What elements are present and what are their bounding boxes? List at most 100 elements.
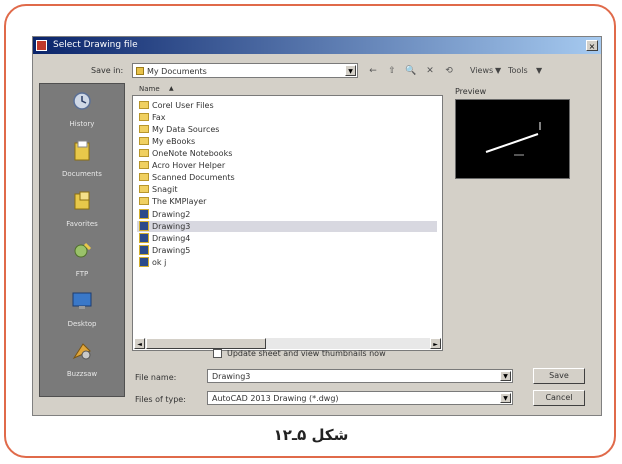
preview-label: Preview <box>455 87 487 96</box>
list-item[interactable]: Drawing5 <box>137 245 437 256</box>
place-ftp[interactable]: FTP <box>40 240 124 278</box>
history-icon <box>73 92 91 110</box>
dialog-titlebar: Select Drawing file × <box>33 37 601 54</box>
name-column-header[interactable]: Name <box>139 85 160 93</box>
list-item[interactable]: ok j <box>137 257 437 268</box>
file-type-value: AutoCAD 2013 Drawing (*.dwg) <box>212 394 339 403</box>
list-item[interactable]: My eBooks <box>137 136 437 147</box>
place-documents[interactable]: Documents <box>40 140 124 178</box>
folder-icon <box>139 173 149 181</box>
file-type-label: Files of type: <box>135 395 186 404</box>
file-name: Snagit <box>152 185 178 194</box>
folder-icon <box>139 161 149 169</box>
drawing-preview-image <box>485 122 541 156</box>
list-item[interactable]: Drawing2 <box>137 209 437 220</box>
delete-icon[interactable]: ✕ <box>423 65 437 77</box>
list-item[interactable]: Acro Hover Helper <box>137 160 437 171</box>
folder-icon <box>139 185 149 193</box>
views-arrow-icon[interactable]: ▼ <box>495 66 501 75</box>
figure-caption: شکل ۵ـ۱۲ <box>273 426 349 444</box>
place-desktop[interactable]: Desktop <box>40 290 124 328</box>
file-name-value: Drawing3 <box>212 372 251 381</box>
list-item[interactable]: Drawing4 <box>137 233 437 244</box>
file-name: The KMPlayer <box>152 197 207 206</box>
file-name: Corel User Files <box>152 101 214 110</box>
list-item[interactable]: Corel User Files <box>137 100 437 111</box>
list-item-selected[interactable]: Drawing3 <box>137 221 437 232</box>
update-thumbnails-checkbox[interactable] <box>213 349 222 358</box>
drawing-file-icon <box>139 257 149 267</box>
file-name: Drawing3 <box>152 222 191 231</box>
tools-arrow-icon[interactable]: ▼ <box>536 66 542 75</box>
list-item[interactable]: My Data Sources <box>137 124 437 135</box>
file-name: Fax <box>152 113 166 122</box>
buzzsaw-icon <box>72 343 91 360</box>
file-name: My eBooks <box>152 137 196 146</box>
chevron-down-icon[interactable]: ▼ <box>500 393 511 403</box>
file-name: Drawing5 <box>152 246 191 255</box>
update-thumbnails-label: Update sheet and view thumbnails now <box>227 349 386 358</box>
place-label: FTP <box>75 270 89 278</box>
dialog-title: Select Drawing file <box>53 40 138 50</box>
tools-menu[interactable]: Tools <box>508 66 528 75</box>
file-name: Acro Hover Helper <box>152 161 226 170</box>
close-icon[interactable]: × <box>586 40 598 51</box>
drawing-file-icon <box>139 221 149 231</box>
back-icon[interactable]: ← <box>366 65 380 77</box>
folder-icon <box>139 125 149 133</box>
drawing-file-icon <box>139 209 149 219</box>
places-bar: History Documents Favorites FTP Desktop … <box>39 83 125 397</box>
folder-icon <box>139 149 149 157</box>
place-buzzsaw[interactable]: Buzzsaw <box>40 340 124 378</box>
ftp-icon <box>74 242 92 258</box>
scroll-right-icon[interactable]: ► <box>430 338 441 349</box>
file-list[interactable]: Corel User Files Fax My Data Sources My … <box>132 95 443 351</box>
favorites-icon <box>74 191 90 210</box>
save-button[interactable]: Save <box>533 368 585 384</box>
list-item[interactable]: The KMPlayer <box>137 196 437 207</box>
scroll-thumb[interactable] <box>146 338 266 349</box>
save-dialog: Select Drawing file × Save in: My Docume… <box>32 36 602 416</box>
file-type-select[interactable]: AutoCAD 2013 Drawing (*.dwg) ▼ <box>207 391 513 405</box>
list-item[interactable]: OneNote Notebooks <box>137 148 437 159</box>
folder-icon <box>136 67 144 75</box>
file-name: Drawing2 <box>152 210 191 219</box>
up-folder-icon[interactable]: ⇧ <box>385 65 399 77</box>
folder-icon <box>139 197 149 205</box>
horizontal-scrollbar[interactable]: ◄ ► <box>134 338 441 349</box>
place-label: Favorites <box>66 220 98 228</box>
scroll-left-icon[interactable]: ◄ <box>134 338 145 349</box>
desktop-icon <box>72 292 92 309</box>
list-item[interactable]: Fax <box>137 112 437 123</box>
place-history[interactable]: History <box>40 90 124 128</box>
file-name-field[interactable]: Drawing3 ▼ <box>207 369 513 383</box>
file-name: ok j <box>152 258 167 267</box>
folder-icon <box>139 137 149 145</box>
drawing-file-icon <box>139 245 149 255</box>
chevron-down-icon[interactable]: ▼ <box>345 65 356 76</box>
preview-pane <box>455 99 570 179</box>
place-label: History <box>69 120 95 128</box>
list-item[interactable]: Snagit <box>137 184 437 195</box>
look-in-value: My Documents <box>147 67 207 76</box>
views-menu[interactable]: Views <box>470 66 493 75</box>
file-name: OneNote Notebooks <box>152 149 233 158</box>
list-item[interactable]: Scanned Documents <box>137 172 437 183</box>
file-name: My Data Sources <box>152 125 220 134</box>
folder-icon <box>139 101 149 109</box>
place-label: Documents <box>62 170 102 178</box>
place-label: Buzzsaw <box>66 370 98 378</box>
documents-icon <box>74 140 90 161</box>
sort-arrow-icon: ▲ <box>169 85 174 92</box>
look-in-combo[interactable]: My Documents ▼ <box>132 63 358 78</box>
app-icon <box>36 40 47 51</box>
cancel-button[interactable]: Cancel <box>533 390 585 406</box>
look-in-label: Save in: <box>91 66 124 75</box>
file-name: Scanned Documents <box>152 173 235 182</box>
new-folder-icon[interactable]: ⟲ <box>442 65 456 77</box>
chevron-down-icon[interactable]: ▼ <box>500 371 511 381</box>
place-favorites[interactable]: Favorites <box>40 190 124 228</box>
file-name: Drawing4 <box>152 234 191 243</box>
search-icon[interactable]: 🔍 <box>404 65 418 77</box>
folder-icon <box>139 113 149 121</box>
